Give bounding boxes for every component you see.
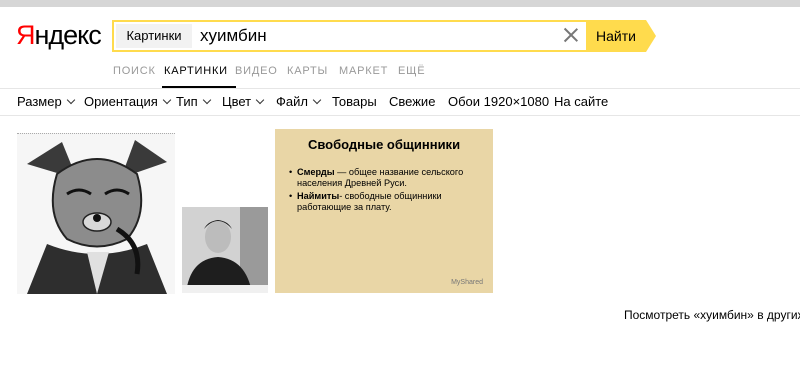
search-form: Картинки Найти: [112, 20, 656, 52]
fox-drawing: [17, 134, 175, 294]
filter-wallpapers[interactable]: Обои 1920×1080: [448, 89, 549, 115]
slide-watermark: MyShared: [451, 279, 483, 286]
result-image-slide[interactable]: Свободные общинники Смерды — общее назва…: [275, 129, 493, 293]
logo-rest: ндекс: [34, 20, 102, 50]
search-button-arrow[interactable]: [646, 20, 656, 52]
clear-icon[interactable]: [562, 26, 580, 44]
filter-fresh[interactable]: Свежие: [389, 89, 435, 115]
slide-item: Смерды — общее название сельского населе…: [289, 167, 489, 189]
result-image-man[interactable]: [182, 207, 268, 293]
filter-color[interactable]: Цвет: [222, 89, 265, 115]
filter-size[interactable]: Размер: [17, 89, 75, 115]
slide-item: Наймиты- свободные общинники работающие …: [289, 191, 489, 213]
chevron-down-icon: [312, 95, 322, 105]
yandex-logo[interactable]: Яндекс: [16, 18, 102, 52]
chevron-down-icon: [202, 95, 211, 105]
search-box: Картинки: [112, 20, 588, 52]
filter-file[interactable]: Файл: [276, 89, 322, 115]
slide-list: Смерды — общее название сельского населе…: [289, 167, 489, 215]
tab-video[interactable]: Видео: [235, 64, 278, 78]
tab-images[interactable]: Картинки: [164, 64, 228, 78]
slide-title: Свободные общинники: [307, 137, 461, 152]
top-bar: [0, 0, 800, 7]
chevron-down-icon: [255, 95, 265, 105]
search-input[interactable]: [200, 24, 550, 48]
tab-maps[interactable]: Карты: [287, 64, 328, 78]
result-image-fox[interactable]: [17, 133, 175, 294]
chevron-down-icon: [66, 95, 75, 105]
filter-orientation[interactable]: Ориентация: [84, 89, 172, 115]
tab-search[interactable]: Поиск: [113, 64, 156, 78]
tab-more[interactable]: Ещё: [398, 64, 425, 78]
filter-type[interactable]: Тип: [176, 89, 211, 115]
tab-market[interactable]: Маркет: [339, 64, 388, 78]
man-photo: [182, 207, 268, 293]
chevron-down-icon: [162, 95, 172, 105]
search-scope-label[interactable]: Картинки: [116, 24, 192, 48]
filter-products[interactable]: Товары: [332, 89, 377, 115]
logo-first-letter: Я: [16, 20, 35, 50]
filter-on-site[interactable]: На сайте: [554, 89, 608, 115]
search-button[interactable]: Найти: [586, 20, 646, 52]
more-results-link[interactable]: Посмотреть «хуимбин» в других п: [624, 308, 800, 322]
filter-bar: Размер Ориентация Тип Цвет Файл Товары С…: [0, 88, 800, 116]
